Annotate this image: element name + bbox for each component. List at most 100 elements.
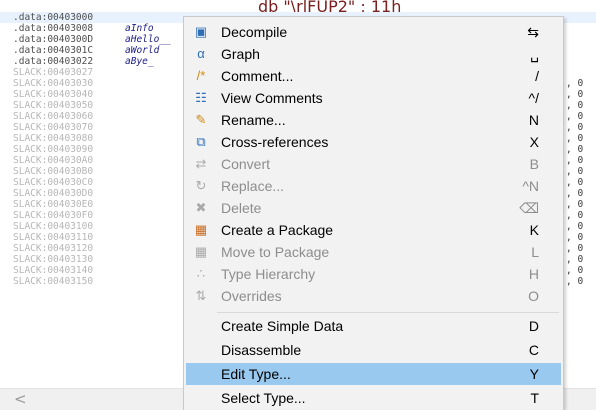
row-address: .data:0040301C: [13, 45, 94, 56]
row-value-tail: , 0: [566, 111, 584, 122]
rename-icon: ✎: [195, 112, 207, 127]
row-label[interactable]: aInfo: [125, 23, 154, 34]
row-value-tail: , 0: [566, 221, 584, 232]
row-address: SLACK:004030D0: [13, 188, 94, 199]
menu-item-shortcut: ␣: [530, 46, 539, 62]
row-label[interactable]: aBye_: [125, 56, 154, 67]
menu-item-view-comments[interactable]: ☷ View Comments ^/: [186, 87, 561, 109]
row-address: SLACK:00403100: [13, 221, 94, 232]
row-address: SLACK:00403110: [13, 232, 94, 243]
row-address: .data:0040300D: [13, 34, 94, 45]
menu-item-shortcut: X: [529, 134, 539, 150]
row-address: SLACK:00403130: [13, 254, 94, 265]
row-value-tail: , 0: [566, 78, 584, 89]
menu-item-label: Cross-references: [221, 134, 329, 150]
row-value-tail: , 0: [566, 177, 584, 188]
scroll-left-arrow-icon[interactable]: <: [14, 390, 27, 408]
menu-item-label: Graph: [221, 46, 260, 62]
menu-item-label: Comment...: [221, 68, 294, 84]
menu-item-edit-type[interactable]: Edit Type... Y: [186, 363, 561, 385]
row-value-tail: , 0: [566, 210, 584, 221]
hierarchy-icon: ∴: [196, 266, 206, 281]
menu-item-create-a-package[interactable]: ▦ Create a Package K: [186, 219, 561, 241]
row-value-tail: , 0: [566, 89, 584, 100]
menu-item-label: Edit Type...: [221, 366, 291, 382]
menu-item-shortcut: N: [528, 112, 539, 128]
menu-item-shortcut: B: [529, 156, 539, 172]
row-address: SLACK:004030B0: [13, 166, 94, 177]
menu-item-disassemble[interactable]: Disassemble C: [186, 339, 561, 361]
row-address: SLACK:004030E0: [13, 199, 94, 210]
menu-item-decompile[interactable]: ▣ Decompile ⇆: [186, 21, 561, 43]
menu-item-label: Overrides: [221, 288, 282, 304]
menu-item-shortcut: C: [528, 342, 539, 358]
row-address: SLACK:004030A0: [13, 155, 94, 166]
menu-item-label: Type Hierarchy: [221, 266, 316, 282]
row-address: SLACK:004030F0: [13, 210, 94, 221]
row-value-tail: , 0: [566, 122, 584, 133]
menu-item-type-hierarchy: ∴ Type Hierarchy H: [186, 263, 561, 285]
row-value-tail: , 0: [566, 188, 584, 199]
comment-icon: /*: [196, 68, 206, 83]
row-address: SLACK:00403050: [13, 100, 94, 111]
row-value-tail: , 0: [566, 166, 584, 177]
menu-item-move-to-package: ▦ Move to Package L: [186, 241, 561, 263]
menu-item-shortcut: H: [528, 266, 539, 282]
menu-item-label: Create Simple Data: [221, 318, 344, 334]
row-address: SLACK:00403140: [13, 265, 94, 276]
row-label[interactable]: aHello__: [125, 34, 171, 45]
menu-item-label: View Comments: [221, 90, 323, 106]
menu-item-cross-references[interactable]: ⧉ Cross-references X: [186, 131, 561, 153]
menu-item-label: Decompile: [221, 24, 288, 40]
menu-item-label: Create a Package: [221, 222, 334, 238]
menu-item-select-type[interactable]: Select Type... T: [186, 387, 561, 409]
row-value-tail: , 0: [566, 232, 584, 243]
row-value-tail: , 0: [566, 199, 584, 210]
replace-icon: ↻: [195, 178, 207, 193]
xrefs-icon: ⧉: [196, 134, 206, 149]
menu-item-label: Convert: [221, 156, 271, 172]
menu-item-label: Move to Package: [221, 244, 330, 260]
convert-icon: ⇄: [195, 156, 207, 171]
menu-item-replace: ↻ Replace... ^N: [186, 175, 561, 197]
package-icon: ▦: [194, 222, 208, 237]
row-address: SLACK:00403027: [13, 67, 94, 78]
menu-item-shortcut: O: [528, 288, 539, 304]
graph-icon: α: [197, 46, 205, 61]
delete-icon: ✖: [195, 200, 207, 215]
menu-item-shortcut: ^/: [528, 90, 539, 106]
row-value-tail: , 0: [566, 254, 584, 265]
row-address: SLACK:00403060: [13, 111, 94, 122]
row-address: .data:00403008: [13, 23, 94, 34]
menu-item-shortcut: ^N: [522, 178, 539, 194]
row-value-tail: , 0: [566, 243, 584, 254]
row-address: .data:00403000: [13, 12, 94, 23]
context-menu: ▣ Decompile ⇆ α Graph ␣ /* Comment... / ☷ View Com…: [183, 16, 564, 410]
overrides-icon: ⇅: [195, 288, 207, 303]
menu-item-label: Select Type...: [221, 390, 306, 406]
menu-item-overrides: ⇅ Overrides O: [186, 285, 561, 307]
row-address: SLACK:00403090: [13, 144, 94, 155]
row-address: SLACK:00403150: [13, 276, 94, 287]
menu-item-comment[interactable]: /* Comment... /: [186, 65, 561, 87]
menu-item-shortcut: ⌫: [519, 200, 539, 216]
row-address: .data:00403022: [13, 56, 94, 67]
row-address: SLACK:00403120: [13, 243, 94, 254]
row-address: SLACK:004030C0: [13, 177, 94, 188]
menu-item-rename[interactable]: ✎ Rename... N: [186, 109, 561, 131]
row-value-tail: , 0: [566, 155, 584, 166]
row-address: SLACK:00403070: [13, 122, 94, 133]
row-address: SLACK:00403030: [13, 78, 94, 89]
menu-item-label: Delete: [221, 200, 262, 216]
move-package-icon: ▦: [194, 244, 208, 259]
row-label[interactable]: aWorld: [125, 45, 159, 56]
row-value-tail: , 0: [566, 276, 584, 287]
row-value-tail: , 0: [566, 265, 584, 276]
menu-item-shortcut: /: [535, 68, 539, 84]
menu-item-create-simple-data[interactable]: Create Simple Data D: [186, 315, 561, 337]
menu-item-convert: ⇄ Convert B: [186, 153, 561, 175]
menu-item-graph[interactable]: α Graph ␣: [186, 43, 561, 65]
decompile-icon: ▣: [194, 24, 208, 39]
menu-item-delete: ✖ Delete ⌫: [186, 197, 561, 219]
menu-item-shortcut: ⇆: [527, 24, 539, 40]
